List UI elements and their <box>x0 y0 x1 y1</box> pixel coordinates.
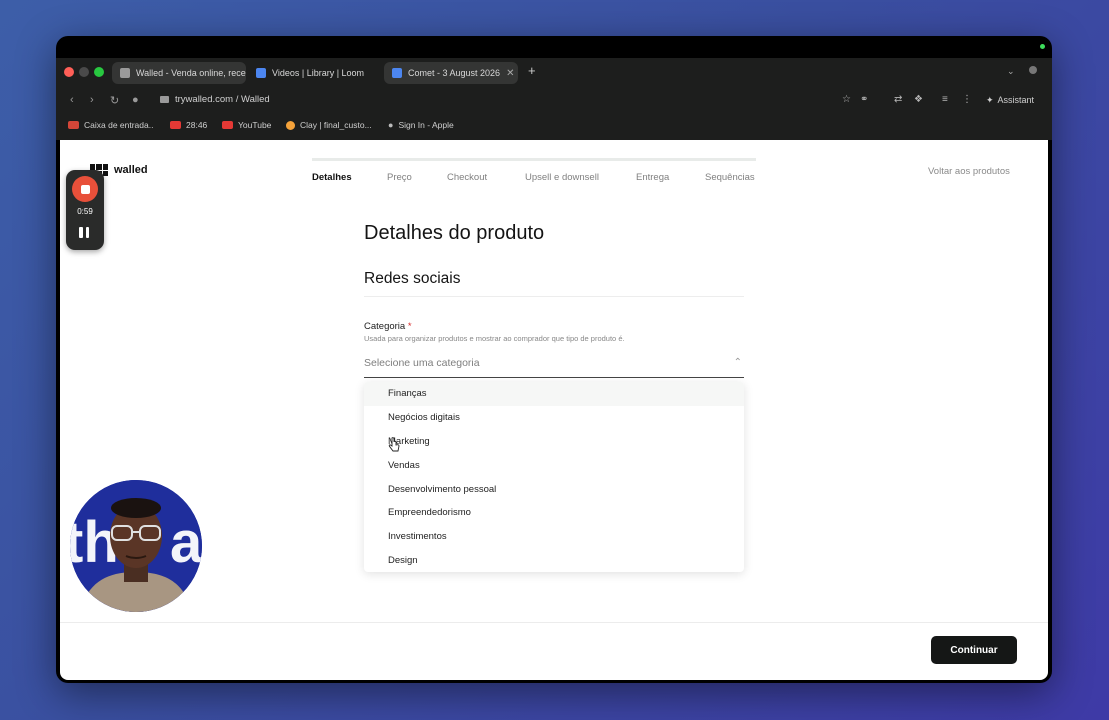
link-icon[interactable]: ⚭ <box>860 94 868 105</box>
url-text: trywalled.com / Walled <box>175 94 270 105</box>
browser-chrome: Walled - Venda online, receb Videos | Li… <box>56 58 1052 140</box>
stop-recording-button[interactable] <box>72 176 98 202</box>
bookmark-youtube-video[interactable]: 28:46 <box>170 120 207 130</box>
bookmark-apple[interactable]: ● Sign In - Apple <box>388 120 454 130</box>
bookmark-label: Caixa de entrada.. <box>84 120 154 130</box>
tab-loom[interactable]: Videos | Library | Loom <box>248 62 380 84</box>
webcam-person-image: th a <box>70 480 202 612</box>
category-dropdown: Finanças Negócios digitais Marketing Ven… <box>364 382 744 572</box>
walled-favicon-icon <box>120 68 130 78</box>
close-tab-icon[interactable]: ✕ <box>506 68 514 79</box>
tab-detalhes[interactable]: Detalhes <box>312 172 352 183</box>
menu-lines-icon[interactable]: ≡ <box>942 94 948 105</box>
web-page: walled Detalhes Preço Checkout Upsell e … <box>60 140 1048 680</box>
bookmark-label: Sign In - Apple <box>398 120 454 130</box>
new-tab-icon[interactable]: + <box>528 63 536 78</box>
category-option-design[interactable]: Design <box>364 549 744 572</box>
section-title: Redes sociais <box>364 270 461 287</box>
browser-window: Walled - Venda online, receb Videos | Li… <box>56 36 1052 683</box>
extensions-icon[interactable]: ❖ <box>914 94 923 105</box>
category-option-desenvolvimento-pessoal[interactable]: Desenvolvimento pessoal <box>364 477 744 501</box>
tab-title: Videos | Library | Loom <box>272 68 365 78</box>
category-option-investimentos[interactable]: Investimentos <box>364 525 744 549</box>
gmail-icon <box>68 121 79 129</box>
minimize-window-button[interactable] <box>79 67 89 77</box>
tab-walled[interactable]: Walled - Venda online, receb <box>112 62 246 84</box>
logo-text: walled <box>114 164 148 176</box>
youtube-icon <box>222 121 233 129</box>
category-option-empreendedorismo[interactable]: Empreendedorismo <box>364 501 744 525</box>
maximize-window-button[interactable] <box>94 67 104 77</box>
bookmark-label: Clay | final_custo... <box>300 120 372 130</box>
back-arrow-icon[interactable]: ‹ <box>70 94 74 106</box>
category-hint: Usada para organizar produtos e mostrar … <box>364 334 625 343</box>
tab-preco[interactable]: Preço <box>387 172 412 183</box>
category-option-marketing[interactable]: Marketing <box>364 430 744 454</box>
category-option-financas[interactable]: Finanças <box>364 382 744 406</box>
address-bar: ‹ › ↻ ● trywalled.com / Walled ☆ ⚭ ⇄ ❖ ≡… <box>56 88 1052 114</box>
bookmark-label: YouTube <box>238 120 272 130</box>
clay-icon <box>286 120 295 130</box>
tab-title: Walled - Venda online, receb <box>136 68 246 78</box>
close-window-button[interactable] <box>64 67 74 77</box>
translate-icon[interactable]: ⇄ <box>894 94 902 105</box>
category-label: Categoria * <box>364 321 412 332</box>
voice-wave-icon[interactable]: ⋮ <box>962 94 972 105</box>
bookmark-gmail[interactable]: Caixa de entrada.. <box>68 120 153 130</box>
tab-menu-chevron-icon[interactable]: ⌄ <box>1007 66 1015 77</box>
continue-button[interactable]: Continuar <box>931 636 1017 664</box>
tab-entrega[interactable]: Entrega <box>636 172 669 183</box>
webcam-bubble[interactable]: th a <box>70 480 202 612</box>
url-field[interactable]: trywalled.com / Walled <box>160 94 270 105</box>
category-label-text: Categoria <box>364 321 406 332</box>
tab-comet[interactable]: Comet - 3 August 2026 ✕ <box>384 62 518 84</box>
bookmarks-bar: Caixa de entrada.. 28:46 YouTube Clay | … <box>56 116 1052 140</box>
bookmark-youtube[interactable]: YouTube <box>222 120 271 130</box>
category-option-negocios-digitais[interactable]: Negócios digitais <box>364 406 744 430</box>
required-mark: * <box>407 321 412 332</box>
loom-favicon-icon <box>256 68 266 78</box>
tab-title: Comet - 3 August 2026 <box>408 68 501 78</box>
assistant-button[interactable]: ✦ Assistant <box>986 95 1034 106</box>
microphone-icon[interactable]: ● <box>132 94 139 106</box>
camera-indicator <box>1040 44 1045 49</box>
recording-timer: 0:59 <box>77 207 93 216</box>
assistant-label: Assistant <box>997 95 1035 105</box>
reload-icon[interactable]: ↻ <box>110 94 119 107</box>
category-select[interactable]: Selecione uma categoria ⌃ <box>364 348 744 378</box>
comet-favicon-icon <box>392 68 402 78</box>
profile-icon[interactable] <box>1029 66 1037 74</box>
bookmark-star-icon[interactable]: ☆ <box>842 94 851 105</box>
stop-icon <box>80 184 90 194</box>
site-info-icon[interactable] <box>160 96 169 103</box>
steps-progress-line <box>312 158 756 161</box>
category-option-vendas[interactable]: Vendas <box>364 453 744 477</box>
bookmark-clay[interactable]: Clay | final_custo... <box>286 120 372 130</box>
back-to-products-link[interactable]: Voltar aos produtos <box>928 166 1010 177</box>
forward-arrow-icon[interactable]: › <box>90 94 94 106</box>
tab-upsell-downsell[interactable]: Upsell e downsell <box>525 172 599 183</box>
youtube-icon <box>170 121 181 129</box>
apple-icon: ● <box>388 120 394 130</box>
page-title: Detalhes do produto <box>364 222 545 244</box>
chevron-up-icon: ⌃ <box>733 357 742 368</box>
tab-bar: Walled - Venda online, receb Videos | Li… <box>56 58 1052 86</box>
bookmark-label: 28:46 <box>186 120 208 130</box>
category-placeholder: Selecione uma categoria <box>364 356 480 369</box>
hand-cursor-icon <box>388 437 400 452</box>
screen-recorder-widget: 0:59 <box>66 170 104 250</box>
section-divider <box>364 296 744 297</box>
footer-divider <box>60 622 1048 623</box>
pause-recording-button[interactable] <box>79 227 91 238</box>
tab-sequencias[interactable]: Sequências <box>705 172 755 183</box>
tab-checkout[interactable]: Checkout <box>447 172 487 183</box>
assistant-icon: ✦ <box>986 95 994 105</box>
